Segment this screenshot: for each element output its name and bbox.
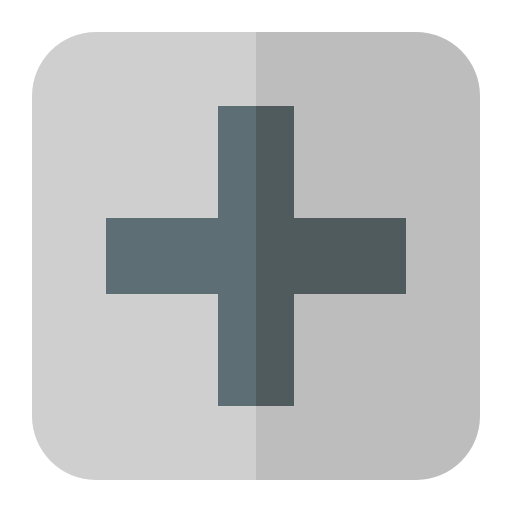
app-canvas [0, 0, 512, 512]
plus-icon[interactable] [0, 0, 512, 512]
